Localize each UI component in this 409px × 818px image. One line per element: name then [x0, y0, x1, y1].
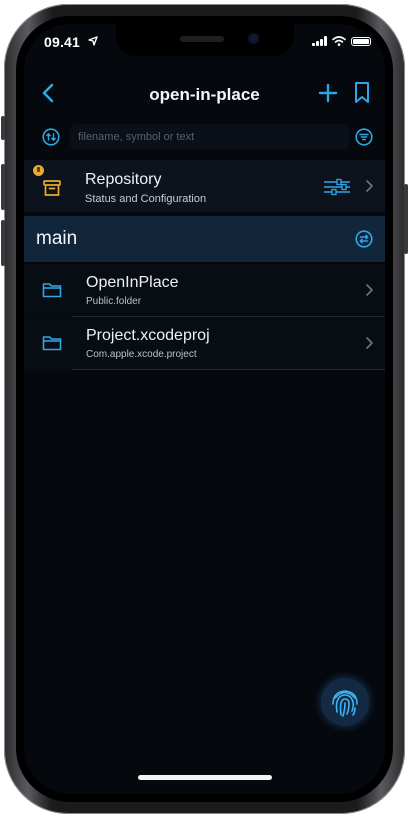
- camera: [248, 33, 259, 44]
- bookmark-icon[interactable]: [351, 81, 373, 105]
- folder-icon: [42, 283, 62, 298]
- navigation-bar: open-in-place: [24, 74, 385, 114]
- phone-frame: 09.41 open-in-place filename, symbol or …: [1, 4, 408, 814]
- volume-down-button: [1, 220, 5, 266]
- speaker: [180, 36, 224, 42]
- home-indicator[interactable]: [138, 775, 272, 780]
- plus-icon[interactable]: [317, 82, 339, 104]
- branch-header[interactable]: main: [24, 216, 385, 262]
- location-arrow-icon: [88, 36, 98, 46]
- notch: [116, 24, 294, 56]
- file-type: Public.folder: [86, 296, 142, 307]
- search-input[interactable]: [70, 124, 350, 150]
- cellular-signal-icon: [312, 36, 327, 46]
- power-button: [404, 184, 408, 254]
- repository-title: Repository: [85, 171, 162, 188]
- file-name: Project.xcodeproj: [86, 327, 210, 344]
- archive-icon: [43, 180, 61, 196]
- repository-subtitle: Status and Configuration: [85, 193, 207, 205]
- volume-up-button: [1, 164, 5, 210]
- status-time: 09.41: [44, 34, 81, 50]
- branch-switch-icon[interactable]: [355, 230, 373, 248]
- branch-name: main: [36, 228, 78, 249]
- file-name: OpenInPlace: [86, 274, 179, 291]
- chevron-right-icon: [366, 180, 373, 192]
- search-bar: [24, 122, 385, 154]
- repository-row[interactable]: Repository Status and Configuration: [24, 160, 385, 212]
- divider: [72, 369, 385, 370]
- chevron-right-icon: [366, 337, 373, 349]
- wifi-icon: [332, 36, 346, 46]
- file-type: Com.apple.xcode.project: [86, 349, 197, 360]
- sort-icon[interactable]: [42, 128, 60, 146]
- battery-icon: [351, 36, 371, 46]
- sliders-icon: [324, 178, 350, 196]
- status-indicators: [312, 36, 371, 46]
- chevron-right-icon: [366, 284, 373, 296]
- list-item[interactable]: OpenInPlace Public.folder: [24, 264, 385, 316]
- fingerprint-icon: [332, 690, 358, 717]
- fingerprint-button[interactable]: [321, 678, 369, 726]
- screen: 09.41 open-in-place filename, symbol or …: [24, 24, 385, 794]
- list-item[interactable]: Project.xcodeproj Com.apple.xcode.projec…: [24, 317, 385, 369]
- filter-icon[interactable]: [355, 128, 373, 146]
- mute-switch: [1, 116, 5, 140]
- folder-icon: [42, 336, 62, 351]
- warning-badge-icon: [33, 165, 44, 176]
